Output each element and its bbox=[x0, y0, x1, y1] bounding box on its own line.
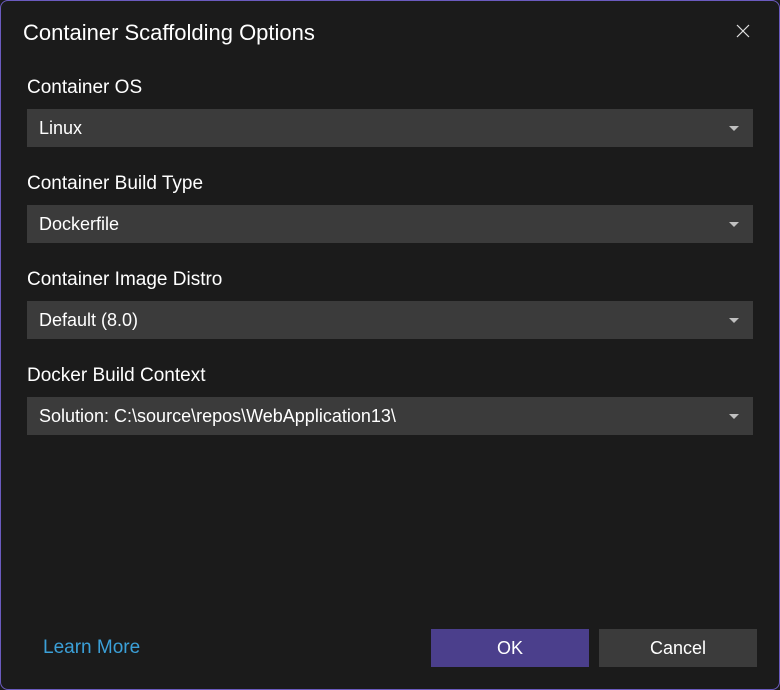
label-image-distro: Container Image Distro bbox=[27, 269, 753, 291]
dropdown-build-context[interactable]: Solution: C:\source\repos\WebApplication… bbox=[27, 397, 753, 435]
dropdown-image-distro[interactable]: Default (8.0) bbox=[27, 301, 753, 339]
chevron-down-icon bbox=[729, 318, 739, 323]
ok-button[interactable]: OK bbox=[431, 629, 589, 667]
cancel-button[interactable]: Cancel bbox=[599, 629, 757, 667]
dropdown-value: Dockerfile bbox=[39, 214, 119, 235]
label-build-context: Docker Build Context bbox=[27, 365, 753, 387]
dialog-title: Container Scaffolding Options bbox=[23, 20, 315, 46]
dialog-footer: Learn More OK Cancel bbox=[1, 629, 779, 667]
dropdown-value: Solution: C:\source\repos\WebApplication… bbox=[39, 406, 396, 427]
dropdown-value: Default (8.0) bbox=[39, 310, 138, 331]
dropdown-value: Linux bbox=[39, 118, 82, 139]
dropdown-container-os[interactable]: Linux bbox=[27, 109, 753, 147]
label-container-os: Container OS bbox=[27, 77, 753, 99]
field-build-type: Container Build Type Dockerfile bbox=[27, 173, 753, 243]
dropdown-build-type[interactable]: Dockerfile bbox=[27, 205, 753, 243]
label-build-type: Container Build Type bbox=[27, 173, 753, 195]
titlebar: Container Scaffolding Options bbox=[1, 1, 779, 61]
chevron-down-icon bbox=[729, 222, 739, 227]
field-image-distro: Container Image Distro Default (8.0) bbox=[27, 269, 753, 339]
learn-more-link[interactable]: Learn More bbox=[43, 637, 140, 659]
close-icon bbox=[734, 22, 752, 45]
field-container-os: Container OS Linux bbox=[27, 77, 753, 147]
close-button[interactable] bbox=[729, 19, 757, 47]
chevron-down-icon bbox=[729, 414, 739, 419]
chevron-down-icon bbox=[729, 126, 739, 131]
field-build-context: Docker Build Context Solution: C:\source… bbox=[27, 365, 753, 435]
button-row: OK Cancel bbox=[431, 629, 757, 667]
dialog-content: Container OS Linux Container Build Type … bbox=[1, 61, 779, 435]
